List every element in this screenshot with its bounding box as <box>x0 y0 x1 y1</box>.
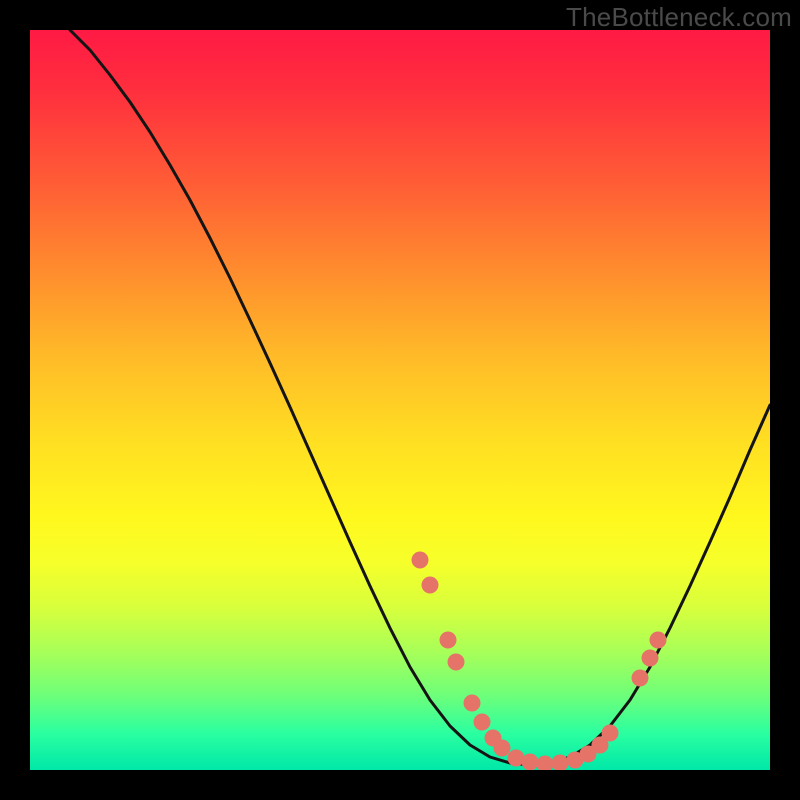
data-dot <box>464 695 481 712</box>
chart-svg <box>30 30 770 770</box>
curve-line <box>70 30 770 765</box>
data-dot <box>642 650 659 667</box>
data-dot <box>494 740 511 757</box>
data-dot <box>650 632 667 649</box>
data-dot <box>412 552 429 569</box>
data-dot <box>440 632 457 649</box>
data-dot <box>632 670 649 687</box>
data-dot <box>448 654 465 671</box>
data-dot <box>474 714 491 731</box>
watermark-text: TheBottleneck.com <box>566 2 792 33</box>
data-dots <box>412 552 667 771</box>
data-dot <box>537 756 554 771</box>
data-dot <box>602 725 619 742</box>
data-dot <box>422 577 439 594</box>
data-dot <box>522 754 539 771</box>
